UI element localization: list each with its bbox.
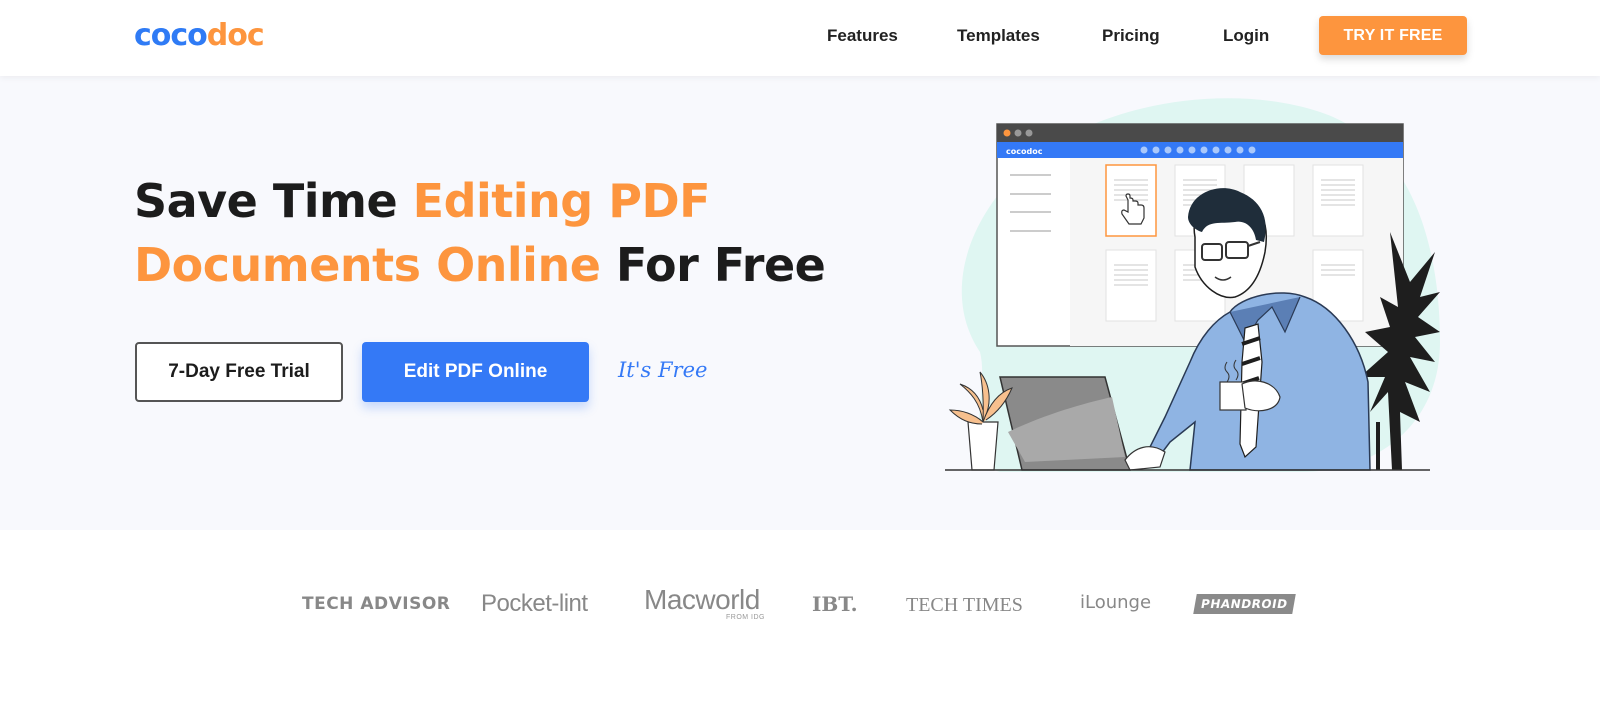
headline-part-4: For Free <box>600 238 826 292</box>
nav-features[interactable]: Features <box>827 26 898 46</box>
hero-headline: Save Time Editing PDF Documents Online F… <box>134 169 826 297</box>
logo-text-coco: coco <box>134 18 208 53</box>
headline-part-1: Save Time <box>134 174 413 228</box>
site-header: cocodoc Features Templates Pricing Login… <box>0 0 1600 76</box>
hero-section: Save Time Editing PDF Documents Online F… <box>0 76 1600 530</box>
nav-templates[interactable]: Templates <box>957 26 1040 46</box>
press-logo-tech-times: TECH TIMES <box>906 594 1023 616</box>
free-trial-button[interactable]: 7-Day Free Trial <box>135 342 343 402</box>
press-logo-phandroid: PHANDROID <box>1193 594 1296 614</box>
press-logo-macworld-sub: FROM IDG <box>726 614 765 621</box>
press-logos: TECH ADVISOR Pocket-lint Macworld FROM I… <box>0 584 1600 624</box>
press-logo-pocket-lint: Pocket-lint <box>481 590 588 617</box>
mini-app-logo: cocodoc <box>1006 147 1043 156</box>
its-free-note: It's Free <box>618 358 708 382</box>
headline-part-2: Editing PDF <box>412 174 711 228</box>
cocodoc-logo[interactable]: cocodoc <box>134 18 265 53</box>
nav-login[interactable]: Login <box>1223 26 1269 46</box>
press-logo-ibt: IBT. <box>812 592 858 616</box>
edit-pdf-online-button[interactable]: Edit PDF Online <box>362 342 589 402</box>
try-it-free-button[interactable]: TRY IT FREE <box>1319 16 1467 55</box>
press-logo-ilounge: iLounge <box>1080 592 1152 613</box>
man-at-laptop-illustration: cocodoc <box>945 98 1440 472</box>
press-logo-macworld: Macworld <box>644 584 760 615</box>
headline-part-3: Documents Online <box>134 238 601 292</box>
press-logo-tech-advisor: TECH ADVISOR <box>302 594 451 614</box>
logo-text-doc: doc <box>206 18 265 53</box>
nav-pricing[interactable]: Pricing <box>1102 26 1160 46</box>
